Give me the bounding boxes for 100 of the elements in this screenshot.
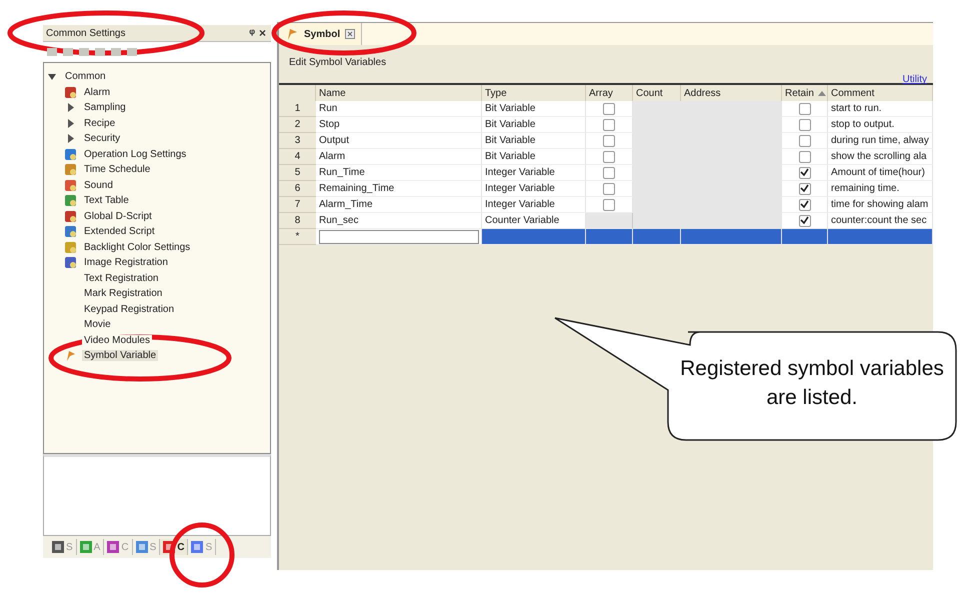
expand-arrow-icon[interactable]	[48, 72, 58, 81]
array-checkbox[interactable]	[603, 134, 615, 146]
tree-item[interactable]: Mark Registration	[82, 288, 164, 300]
retain-checkbox[interactable]	[798, 134, 810, 146]
table-cell: Bit Variable	[482, 133, 586, 149]
tree-item[interactable]: Global D-Script	[82, 210, 154, 222]
retain-checkbox[interactable]	[798, 150, 810, 162]
table-cell: Bit Variable	[482, 149, 586, 165]
table-cell: Bit Variable	[482, 101, 586, 117]
array-checkbox[interactable]	[603, 102, 615, 114]
row-number: 7	[279, 197, 316, 213]
close-icon[interactable]	[345, 29, 356, 39]
pin-button[interactable]: ᵠ	[247, 27, 257, 39]
input-field[interactable]	[319, 230, 479, 244]
table-cell: Counter Variable	[482, 213, 586, 229]
table-cell: show the scrolling ala	[828, 149, 933, 165]
sort-arrow-icon	[818, 90, 826, 96]
table-cell: Alarm	[316, 149, 482, 165]
tree-item[interactable]: Sound	[82, 180, 115, 191]
table-cell: Run_Time	[316, 165, 482, 181]
table-cell: Output	[316, 133, 482, 149]
array-checkbox[interactable]	[603, 150, 615, 162]
table-cell: Remaining_Time	[316, 181, 482, 197]
tree-item[interactable]: Extended Script	[82, 226, 157, 238]
retain-checkbox[interactable]	[798, 182, 810, 194]
annotation-circle	[170, 522, 234, 588]
tree-item[interactable]: Text Registration	[82, 272, 160, 284]
setting-icon	[64, 210, 77, 223]
table-cell: during run time, alway	[828, 133, 933, 149]
tree-item[interactable]: Movie	[82, 319, 113, 330]
close-button[interactable]: ×	[256, 27, 268, 39]
row-number: 4	[279, 149, 316, 165]
row-number: *	[279, 229, 316, 245]
callout-text: Registered symbol variables are listed.	[679, 356, 945, 411]
setting-icon	[64, 256, 77, 270]
tree-item[interactable]: Sampling	[82, 102, 128, 114]
tab-icon	[191, 541, 204, 553]
tree-item[interactable]: Symbol Variable	[82, 350, 158, 362]
tree-item[interactable]: Common	[63, 71, 108, 82]
table-cell: start to run.	[828, 101, 933, 117]
table-cell: Alarm_Time	[316, 197, 482, 213]
table-cell: Bit Variable	[482, 117, 586, 133]
setting-icon	[64, 225, 77, 238]
array-checkbox[interactable]	[603, 166, 615, 178]
retain-checkbox[interactable]	[798, 166, 810, 178]
setting-icon	[64, 148, 77, 161]
tab-icon	[107, 541, 120, 553]
array-checkbox[interactable]	[603, 182, 615, 194]
table-cell: Amount of time(hour)	[828, 165, 933, 181]
retain-checkbox[interactable]	[798, 214, 810, 226]
setting-icon	[64, 178, 77, 192]
column-header[interactable]: Address	[681, 85, 782, 101]
row-number: 2	[279, 117, 316, 133]
utility-link[interactable]: Utility	[902, 74, 927, 85]
table-cell: stop to output.	[828, 117, 933, 133]
tree-item[interactable]: Time Schedule	[82, 164, 152, 176]
tab-label: S	[66, 542, 73, 552]
tree-item[interactable]: Backlight Color Settings	[82, 242, 192, 253]
row-number: 3	[279, 133, 316, 149]
tab-label: S	[205, 542, 212, 552]
retain-checkbox[interactable]	[798, 102, 810, 114]
row-number: 8	[279, 213, 316, 229]
tree-item[interactable]: Keypad Registration	[82, 304, 176, 315]
table-cell: Run	[316, 101, 482, 117]
column-header[interactable]: Type	[482, 85, 586, 101]
retain-checkbox[interactable]	[798, 198, 810, 210]
setting-icon	[64, 194, 77, 208]
tab-icon	[80, 541, 92, 553]
row-number: 5	[279, 165, 316, 181]
table-cell: Integer Variable	[482, 181, 586, 197]
editor-tab[interactable]: Symbol	[279, 23, 362, 45]
tree-item[interactable]: Alarm	[82, 86, 112, 98]
tree-item[interactable]: Image Registration	[82, 257, 170, 268]
setting-icon	[64, 163, 77, 176]
tree-item[interactable]: Video Modules	[82, 334, 152, 346]
tab-label: C	[121, 542, 129, 552]
panel-title: Common Settings	[46, 28, 126, 38]
table-cell: Run_sec	[316, 213, 482, 229]
tab-label: A	[94, 542, 100, 552]
setting-icon	[64, 240, 77, 254]
tree-item[interactable]: Text Table	[82, 195, 131, 206]
table-cell: Integer Variable	[482, 197, 586, 213]
flag-icon	[64, 349, 77, 362]
table-cell: time for showing alam	[828, 197, 933, 213]
tree-item[interactable]: Security	[82, 133, 122, 144]
flag-icon	[285, 27, 299, 41]
editor-heading: Edit Symbol Variables	[289, 57, 386, 68]
retain-checkbox[interactable]	[798, 118, 810, 130]
column-header[interactable]: Array	[586, 85, 633, 101]
table-cell: remaining time.	[828, 181, 933, 197]
tab-label: Symbol	[304, 28, 340, 40]
array-checkbox[interactable]	[603, 198, 615, 210]
row-number: 1	[279, 101, 316, 117]
array-checkbox[interactable]	[603, 118, 615, 130]
tab-label: C	[177, 542, 184, 552]
tab-icon	[52, 541, 64, 553]
tab-label: S	[150, 542, 156, 552]
tree-item[interactable]: Recipe	[82, 118, 118, 129]
tree-item[interactable]: Operation Log Settings	[82, 148, 188, 160]
table-cell: counter:count the sec	[828, 213, 933, 229]
